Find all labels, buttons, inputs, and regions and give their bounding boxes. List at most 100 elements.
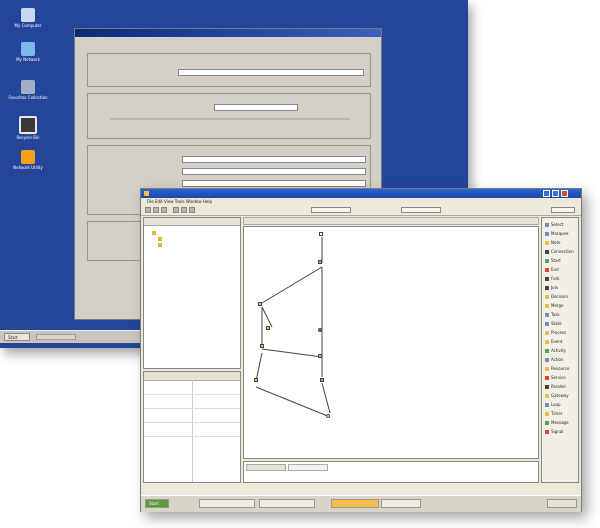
bottom-tab[interactable]	[288, 464, 328, 471]
palette-item[interactable]: Resource	[545, 366, 569, 371]
taskbar-button[interactable]	[199, 499, 255, 508]
text-field[interactable]	[182, 180, 366, 187]
diagram-node[interactable]	[318, 327, 323, 332]
row-divider	[144, 394, 240, 395]
text-field[interactable]	[182, 156, 366, 163]
desktop-icon-2[interactable]: My Network	[8, 42, 48, 62]
open-icon[interactable]	[153, 207, 159, 213]
palette-item[interactable]: Merge	[545, 303, 564, 308]
diagram-node[interactable]	[318, 353, 323, 358]
new-icon[interactable]	[145, 207, 151, 213]
start-button[interactable]: Start	[4, 333, 30, 341]
palette-item[interactable]: Note	[545, 240, 560, 245]
diagram-node[interactable]	[326, 413, 331, 418]
diagram-canvas[interactable]	[243, 226, 539, 459]
desktop-icon-3[interactable]: Favorites Collection	[8, 80, 48, 100]
diagram-node[interactable]	[254, 377, 259, 382]
taskbar-button[interactable]	[36, 334, 76, 340]
diagram-node[interactable]	[258, 301, 263, 306]
bottom-tab[interactable]	[246, 464, 286, 471]
desktop-icon-label: Favorites Collection	[8, 95, 48, 100]
editor-window: File Edit View Tools Window Help Select …	[140, 188, 582, 512]
palette-item[interactable]: End	[545, 267, 559, 272]
desktop-icon-4[interactable]: Recycle Bin	[8, 116, 48, 140]
palette-item[interactable]: Join	[545, 285, 558, 290]
tab-strip[interactable]	[77, 39, 379, 47]
clock	[547, 499, 577, 508]
desktop-icon-label: My Computer	[14, 23, 42, 28]
row-divider	[144, 408, 240, 409]
palette-item[interactable]: Timer	[545, 411, 562, 416]
tree-item[interactable]	[158, 242, 164, 247]
desktop-icon-label: Recycle Bin	[16, 135, 40, 140]
text-field[interactable]	[178, 69, 364, 76]
diagram-node[interactable]	[266, 325, 271, 330]
project-tree-pane	[143, 217, 241, 369]
tree-item[interactable]	[152, 230, 158, 235]
taskbar: Start	[0, 330, 160, 343]
taskbar-button[interactable]	[331, 499, 379, 508]
menu-bar[interactable]: File Edit View Tools Window Help	[141, 198, 581, 205]
app-icon	[144, 191, 149, 196]
column-divider	[192, 380, 193, 482]
palette-item[interactable]: State	[545, 321, 562, 326]
palette-item[interactable]: Decision	[545, 294, 568, 299]
palette-item[interactable]: Marquee	[545, 231, 568, 236]
palette-item[interactable]: Fork	[545, 276, 560, 281]
close-icon[interactable]	[561, 190, 568, 197]
palette-item[interactable]: Task	[545, 312, 560, 317]
taskbar-button[interactable]	[381, 499, 421, 508]
utility-icon	[21, 150, 35, 164]
folder-icon	[21, 80, 35, 94]
recycle-bin-icon	[19, 116, 37, 134]
settings-group-1	[87, 53, 371, 87]
maximize-icon[interactable]	[552, 190, 559, 197]
start-button[interactable]: Start	[145, 499, 169, 508]
desktop-icon-1[interactable]: My Computer	[8, 8, 48, 28]
taskbar-button[interactable]	[259, 499, 315, 508]
folder-icon	[152, 231, 156, 235]
diagram-node[interactable]	[260, 343, 265, 348]
output-pane	[243, 461, 539, 483]
taskbar: Start	[141, 495, 581, 512]
diagram-node[interactable]	[320, 377, 325, 382]
paste-icon[interactable]	[189, 207, 195, 213]
row-divider	[144, 422, 240, 423]
palette-item[interactable]: Message	[545, 420, 569, 425]
save-icon[interactable]	[161, 207, 167, 213]
toolbar-combo[interactable]	[311, 207, 351, 213]
status-bar	[141, 485, 581, 493]
palette-item[interactable]: Loop	[545, 402, 561, 407]
palette-item[interactable]: Event	[545, 339, 562, 344]
palette-item[interactable]: Gateway	[545, 393, 569, 398]
text-field[interactable]	[214, 104, 298, 111]
cut-icon[interactable]	[173, 207, 179, 213]
settings-group-2	[87, 93, 371, 139]
pane-header	[144, 218, 240, 226]
palette-item[interactable]: Start	[545, 258, 561, 263]
row-divider	[144, 436, 240, 437]
tree-item[interactable]	[158, 236, 164, 241]
minimize-icon[interactable]	[543, 190, 550, 197]
palette-item[interactable]: Connection	[545, 249, 574, 254]
copy-icon[interactable]	[181, 207, 187, 213]
palette-item[interactable]: Signal	[545, 429, 563, 434]
palette-item[interactable]: Service	[545, 375, 566, 380]
window-title	[75, 29, 381, 37]
diagram-node[interactable]	[318, 259, 323, 264]
palette-item[interactable]: Process	[545, 330, 566, 335]
editor-tab-strip[interactable]	[243, 217, 539, 225]
palette-item[interactable]: Activity	[545, 348, 566, 353]
desktop-icon-5[interactable]: Network Utility	[8, 150, 48, 170]
diagram-connectors	[255, 237, 331, 418]
toolbar-button[interactable]	[551, 207, 575, 213]
palette-item[interactable]: Parallel	[545, 384, 566, 389]
palette-item[interactable]: Select	[545, 222, 563, 227]
diagram-node[interactable]	[319, 231, 324, 236]
text-field[interactable]	[182, 168, 366, 175]
palette-item[interactable]: Action	[545, 357, 564, 362]
desktop-icon-label: My Network	[16, 57, 40, 62]
file-icon	[158, 243, 162, 247]
desktop-icon-label: Network Utility	[13, 165, 43, 170]
toolbar-combo[interactable]	[401, 207, 441, 213]
